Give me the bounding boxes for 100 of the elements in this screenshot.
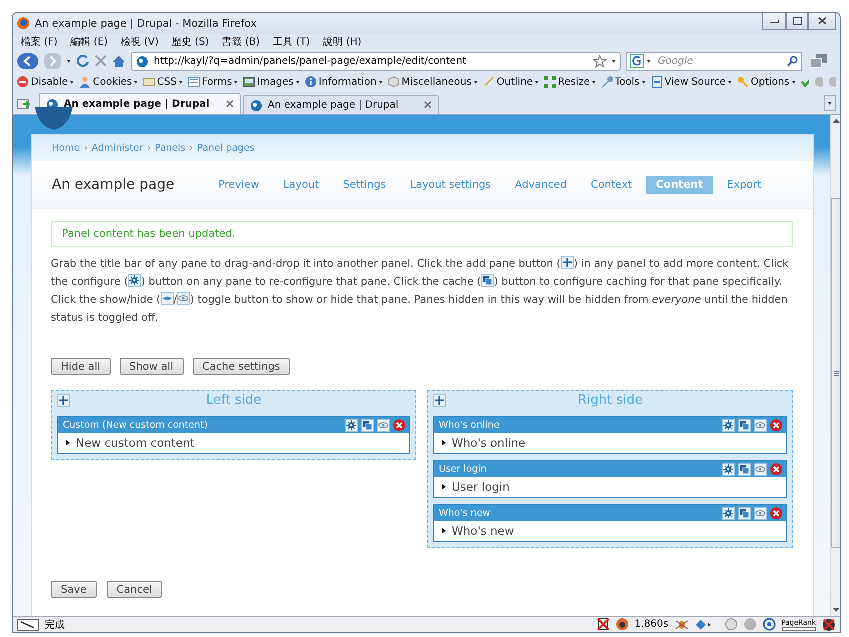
database-icon[interactable] [738,506,751,520]
add-icon[interactable] [560,256,574,269]
toolbar-menu[interactable]: Resize [544,76,596,88]
action-button[interactable]: Hide all [51,358,111,375]
toolbar-menu[interactable]: Outline [482,76,540,88]
home-icon[interactable] [112,54,126,68]
menu-item[interactable]: 說明 (H) [323,35,362,49]
document-icon [650,76,663,88]
settings-icon[interactable] [722,506,735,520]
star-icon[interactable] [593,54,607,68]
at-sign-icon [762,618,776,631]
menu-item[interactable]: 檢視 (V) [121,35,159,49]
eye-icon[interactable] [377,418,390,432]
caret-icon [474,80,478,84]
pane-title: Custom (New custom content) [63,420,209,430]
crossed-icon [596,618,610,631]
eye-icon[interactable] [754,506,767,520]
globe-icon [250,98,263,112]
browser-logo-icon [17,17,30,30]
pane-content: Who's new [452,524,514,538]
scroll-up-icon[interactable] [833,119,840,123]
maximize-button[interactable] [786,13,808,30]
search-field[interactable]: Google [626,52,802,70]
minimize-icon [770,20,778,22]
database-icon[interactable] [481,274,494,287]
browser-tab[interactable]: An example page | Drupal [243,95,439,114]
closed-eye-icon[interactable] [160,292,174,305]
close-tab-icon[interactable] [226,100,234,108]
back-button[interactable] [17,52,39,70]
toolbar-menu[interactable]: Disable [17,76,74,88]
status-text: 完成 [45,618,65,632]
settings-icon[interactable] [722,462,735,476]
toolbar-menu[interactable]: Options [737,76,796,88]
close-button[interactable] [808,13,836,30]
help-text: Grab the title bar of any pane to drag-and-drop it into another panel. Click the add pane button ( ) in any panel to add more content. Click the configure ( ) button on any pane to re-configure that pane. Click the cache ( ) button to configure caching for that pane specifically. Click the show/hide ( / ) toggle button to show or hide that pane. Panes hidden in this way will be hidden from everyone until the hidden status is toggled off. [51,255,790,326]
pane-content: User login [452,480,510,494]
toolbar-menu[interactable]: Miscellaneous [388,76,478,88]
person-icon [79,76,92,88]
toolbar-menu[interactable]: Forms [188,76,238,88]
action-button[interactable]: Cache settings [192,358,290,375]
scrollbar[interactable] [830,115,840,616]
database-icon[interactable] [361,418,374,432]
settings-icon[interactable] [128,274,142,287]
database-icon[interactable] [738,418,751,432]
action-button[interactable]: Show all [120,358,184,375]
caret-icon [378,80,383,84]
maximize-icon [792,17,802,25]
breadcrumb-separator: › [190,142,194,154]
minimize-button[interactable] [762,13,786,30]
menu-item[interactable]: 書籤 (B) [222,35,260,49]
windows-icon[interactable] [811,54,827,68]
breadcrumb-separator: › [84,142,88,154]
breadcrumb-separator: › [147,142,152,154]
close-icon[interactable] [770,418,783,432]
caret-icon [592,80,596,84]
menu-item[interactable]: 歷史 (S) [172,35,210,49]
pane-title: Who's new [439,508,492,518]
address-field[interactable]: http://kayl/?q=admin/panels/panel-page/example/edit/content [131,52,621,70]
search-icon[interactable] [787,56,798,66]
caret-icon [535,80,540,84]
menu-item[interactable]: 檔案 (F) [21,35,58,49]
toolbar-menu[interactable]: CSS [143,76,183,88]
add-icon[interactable] [57,394,70,407]
status-message: Panel content has been updated. [51,221,793,247]
toolbar-menu[interactable]: Cookies [79,76,138,88]
panel-title: Right side [577,393,644,408]
expand-arrow-icon[interactable] [442,528,446,534]
database-icon[interactable] [738,462,751,476]
close-icon[interactable] [770,506,783,520]
menu-item[interactable]: 工具 (T) [273,35,310,49]
tab-list-button[interactable] [824,95,836,111]
close-icon[interactable] [393,418,406,432]
expand-arrow-icon[interactable] [442,484,446,490]
search-engine-icon[interactable] [630,54,644,68]
add-icon[interactable] [433,394,446,407]
scroll-down-icon[interactable] [833,608,840,612]
form-button[interactable]: Save [51,581,97,598]
eye-icon[interactable] [177,292,190,305]
bug-icon [674,618,689,631]
toolbar-menu[interactable]: Images [243,76,300,88]
pane-title: User login [439,464,488,474]
new-tab-icon[interactable] [17,97,31,109]
pane-content: Who's online [452,436,526,450]
expand-arrow-icon[interactable] [66,440,70,446]
eye-icon[interactable] [754,418,767,432]
eye-icon[interactable] [754,462,767,476]
menu-item[interactable]: 編輯 (E) [70,35,108,49]
settings-icon[interactable] [722,418,735,432]
toolbar-menu[interactable]: Information [304,76,383,88]
reload-icon[interactable] [76,54,90,68]
close-icon[interactable] [770,462,783,476]
crossed-icon [822,618,836,632]
scroll-thumb[interactable] [831,198,840,548]
toolbar-menu[interactable]: Tools [601,76,646,88]
toolbar-menu[interactable]: View Source [650,76,732,88]
settings-icon[interactable] [345,418,358,432]
browser-tab[interactable]: An example page | Drupal [39,93,241,114]
expand-arrow-icon[interactable] [442,440,446,446]
form-button[interactable]: Cancel [106,581,162,598]
close-tab-icon[interactable] [424,101,432,109]
